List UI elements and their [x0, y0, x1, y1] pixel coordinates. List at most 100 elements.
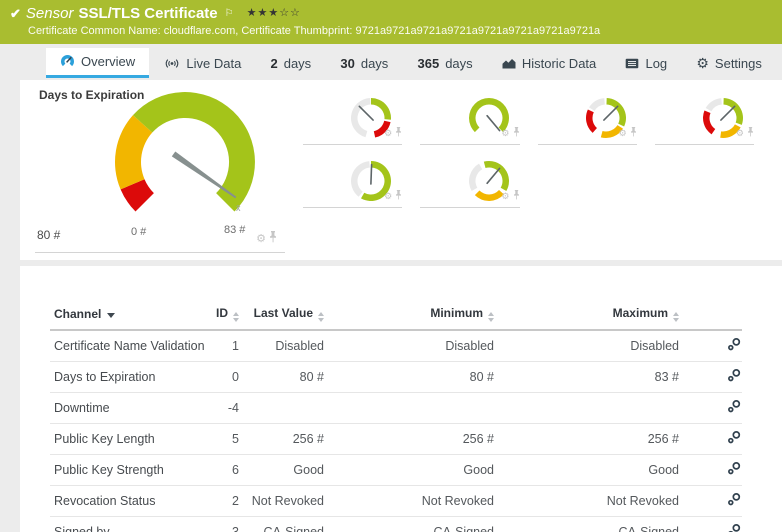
- channel-id: -4: [205, 392, 243, 424]
- small-gauges-grid: ⚙ ⚙ ⚙ ⚙ ⚙ ⚙: [285, 80, 782, 260]
- tab-label: days: [445, 55, 473, 71]
- tab-label: Live Data: [186, 55, 242, 71]
- live-icon: [164, 57, 180, 70]
- tab-historic-data[interactable]: Historic Data: [488, 48, 610, 78]
- pin-icon[interactable]: [513, 187, 520, 205]
- gauge-needle: [358, 105, 375, 121]
- channel-settings-icon[interactable]: [727, 337, 742, 355]
- column-header-last-value[interactable]: Last Value: [243, 300, 328, 331]
- table-row: Revocation Status 2 Not Revoked Not Revo…: [50, 485, 742, 517]
- channel-name[interactable]: Revocation Status: [50, 485, 205, 517]
- column-header-channel[interactable]: Channel: [50, 300, 205, 331]
- channel-settings-icon[interactable]: [727, 461, 742, 479]
- gauge-needle: [602, 105, 619, 121]
- gauge-needle: [720, 105, 736, 121]
- days-to-expiration-gauge: Days to Expiration 0 # 83 # x̄ 80 # ⚙: [35, 80, 285, 253]
- gauge-settings-icon[interactable]: ⚙: [256, 233, 266, 245]
- gauge-settings-icon[interactable]: ⚙: [501, 128, 509, 138]
- tab-365-days[interactable]: 365 days: [404, 48, 487, 78]
- channel-settings-icon[interactable]: [727, 492, 742, 510]
- gauge-cell-revocation-status: ⚙: [654, 88, 754, 145]
- gauge-settings-icon[interactable]: ⚙: [736, 128, 744, 138]
- channel-settings-icon[interactable]: [727, 368, 742, 386]
- channel-name[interactable]: Public Key Length: [50, 423, 205, 455]
- channel-id: 1: [205, 330, 243, 362]
- gauge-needle: [485, 167, 500, 185]
- pin-icon[interactable]: [395, 124, 402, 142]
- table-row: Public Key Strength 6 Good Good Good: [50, 454, 742, 486]
- channel-id: 0: [205, 361, 243, 393]
- column-label: ID: [216, 306, 228, 320]
- table-row: Public Key Length 5 256 # 256 # 256 #: [50, 423, 742, 455]
- channel-name[interactable]: Downtime: [50, 392, 205, 424]
- sort-icon: [318, 312, 324, 322]
- channel-id: 6: [205, 454, 243, 486]
- gauge-scale-max: 83 #: [224, 224, 246, 236]
- table-row: Downtime -4: [50, 392, 742, 424]
- gauge-dial: [114, 92, 255, 212]
- gauge-settings-icon[interactable]: ⚙: [384, 128, 392, 138]
- channel-name[interactable]: Certificate Name Validation: [50, 330, 205, 362]
- channel-settings-icon[interactable]: [727, 430, 742, 448]
- channel-last-value: Good: [243, 454, 328, 486]
- channel-name[interactable]: Days to Expiration: [50, 361, 205, 393]
- gauge-title: [655, 88, 754, 92]
- tab-30-days[interactable]: 30 days: [326, 48, 402, 78]
- tab-label: days: [360, 55, 389, 71]
- priority-stars[interactable]: ★★★☆☆: [247, 5, 301, 22]
- gauge-settings-icon[interactable]: ⚙: [384, 191, 392, 201]
- channel-minimum: Good: [328, 454, 498, 486]
- gauge-average-marker: x̄: [236, 203, 241, 213]
- gauge-cell-public-key-strength: ⚙: [537, 88, 637, 145]
- table-header-row: Channel ID Last Value Minimum Maximum: [50, 300, 742, 331]
- channel-minimum: 256 #: [328, 423, 498, 455]
- tab-settings[interactable]: ⚙ Settings: [682, 48, 776, 78]
- gauge-cell-signed-by: ⚙: [303, 151, 403, 208]
- column-header-id[interactable]: ID: [205, 300, 243, 331]
- gauge-current-value: 80 #: [37, 228, 61, 242]
- sort-desc-icon: [107, 313, 116, 318]
- tab-live-data[interactable]: Live Data: [150, 48, 255, 78]
- sensor-header: ✔ Sensor SSL/TLS Certificate ⚐ ★★★☆☆ Cer…: [0, 0, 782, 44]
- column-header-maximum[interactable]: Maximum: [498, 300, 683, 331]
- column-label: Last Value: [253, 306, 313, 320]
- gauge-settings-icon[interactable]: ⚙: [619, 128, 627, 138]
- tab-label: Log: [645, 55, 668, 71]
- tab-log[interactable]: Log: [611, 48, 681, 78]
- channel-settings-icon[interactable]: [727, 399, 742, 417]
- tab-number: 365: [417, 55, 440, 71]
- pin-icon[interactable]: [747, 124, 754, 142]
- gauge-icon: [60, 54, 75, 69]
- channel-last-value: 256 #: [243, 423, 328, 455]
- flag-icon[interactable]: ⚐: [225, 5, 234, 22]
- tab-2-days[interactable]: 2 days: [256, 48, 325, 78]
- gauges-panel: Days to Expiration 0 # 83 # x̄ 80 # ⚙ ⚙: [20, 80, 782, 260]
- channel-name[interactable]: Public Key Strength: [50, 454, 205, 486]
- pin-icon[interactable]: [395, 187, 402, 205]
- gauge-cell-public-key-length: ⚙: [420, 88, 520, 145]
- column-header-minimum[interactable]: Minimum: [328, 300, 498, 331]
- gauge-settings-icon[interactable]: ⚙: [501, 191, 509, 201]
- gauge-needle: [485, 114, 500, 132]
- channel-name[interactable]: Signed by: [50, 516, 205, 532]
- tab-overview[interactable]: Overview: [46, 48, 150, 78]
- channel-maximum: [498, 392, 683, 424]
- column-label: Channel: [54, 307, 102, 321]
- prtg-sensor-page: ✔ Sensor SSL/TLS Certificate ⚐ ★★★☆☆ Cer…: [0, 0, 782, 532]
- channel-minimum: CA-Signed: [328, 516, 498, 532]
- pin-icon[interactable]: [269, 230, 277, 248]
- table-row: Certificate Name Validation 1 Disabled D…: [50, 330, 742, 362]
- channel-maximum: 256 #: [498, 423, 683, 455]
- channel-id: 2: [205, 485, 243, 517]
- pin-icon[interactable]: [630, 124, 637, 142]
- gear-icon: ⚙: [696, 55, 709, 71]
- sort-icon: [673, 312, 679, 322]
- channel-settings-icon[interactable]: [727, 523, 742, 532]
- column-label: Maximum: [612, 306, 668, 320]
- channel-maximum: Disabled: [498, 330, 683, 362]
- pin-icon[interactable]: [513, 124, 520, 142]
- channel-maximum: CA-Signed: [498, 516, 683, 532]
- channel-last-value: Not Revoked: [243, 485, 328, 517]
- tab-label: Historic Data: [521, 55, 597, 71]
- tab-label: Overview: [81, 54, 136, 69]
